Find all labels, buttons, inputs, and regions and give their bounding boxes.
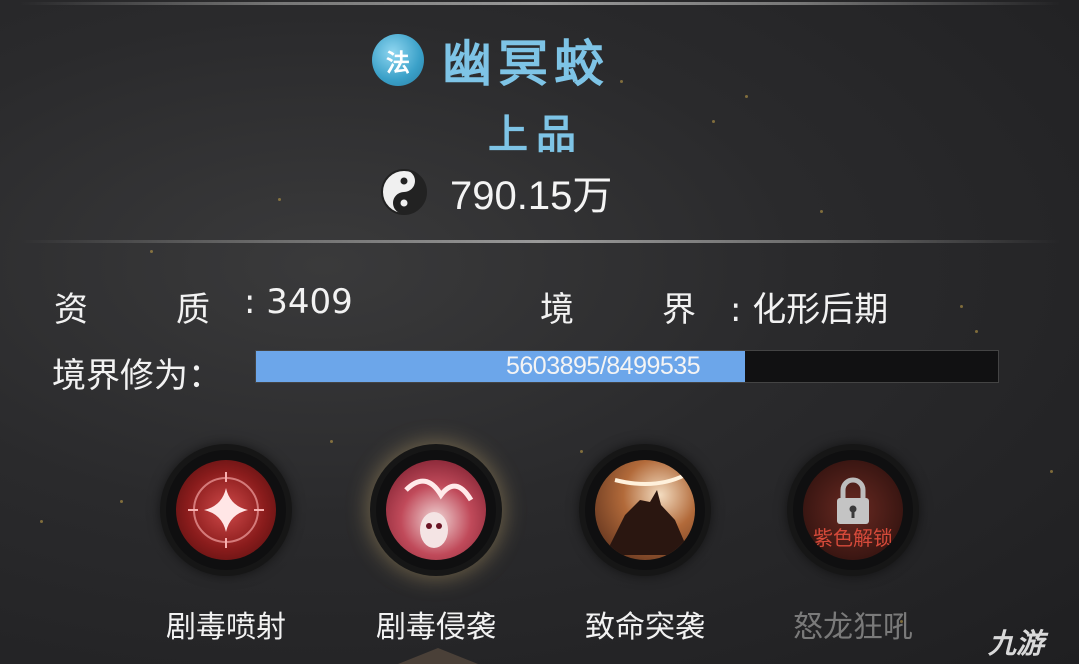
realm-label-1: 境: [540, 290, 574, 330]
realm-value: : 化形后期: [730, 290, 889, 330]
skill-icon-frame: [166, 450, 286, 570]
skill-icon-frame: [585, 450, 705, 570]
type-badge: 法: [372, 34, 424, 86]
wolf-strike-icon: [595, 460, 695, 560]
power-value: 790.15万: [450, 174, 613, 218]
power-row: 790.15万: [380, 165, 612, 219]
skill-slot-2[interactable]: 剧毒侵袭: [356, 450, 516, 646]
unlock-requirement: 紫色解锁: [813, 526, 893, 550]
aptitude-value: : 3409: [244, 282, 353, 322]
aptitude-label-1: 资: [54, 290, 88, 330]
pet-title-row: 法 幽冥蛟: [372, 30, 610, 93]
pet-name: 幽冥蛟: [442, 34, 610, 93]
skill-name: 致命突袭: [585, 610, 705, 645]
watermark-logo: 九游: [988, 627, 1045, 660]
yin-yang-icon: [381, 169, 427, 215]
cultivation-progress-text: 5603895/8499535: [506, 352, 701, 380]
skill-slot-4[interactable]: 紫色解锁 怒龙狂吼: [773, 450, 933, 646]
bottom-notch: [398, 648, 478, 664]
skill-name: 剧毒侵袭: [376, 610, 496, 645]
realm-label-2: 界: [662, 290, 696, 330]
realm-stat: 境 界 : 化形后期: [540, 282, 940, 330]
skill-name: 剧毒喷射: [166, 610, 286, 645]
skill-slot-1[interactable]: 剧毒喷射: [146, 450, 306, 646]
cultivation-label: 境界修为：: [52, 356, 222, 396]
skill-name: 怒龙狂吼: [793, 610, 913, 645]
poison-ghost-icon: [386, 460, 486, 560]
locked-skill-background: 紫色解锁: [803, 460, 903, 560]
skill-icon-frame: [376, 450, 496, 570]
aptitude-stat: 资 质 : 3409: [54, 282, 454, 330]
skill-icon-frame: 紫色解锁: [793, 450, 913, 570]
section-divider: [20, 240, 1060, 243]
aptitude-label-2: 质: [176, 290, 210, 330]
cultivation-progress-bar: 5603895/8499535: [255, 350, 999, 383]
red-star-burst-icon: [176, 460, 276, 560]
pet-grade: 上品: [488, 111, 584, 158]
top-divider: [20, 2, 1060, 5]
skill-slot-3[interactable]: 致命突袭: [565, 450, 725, 646]
